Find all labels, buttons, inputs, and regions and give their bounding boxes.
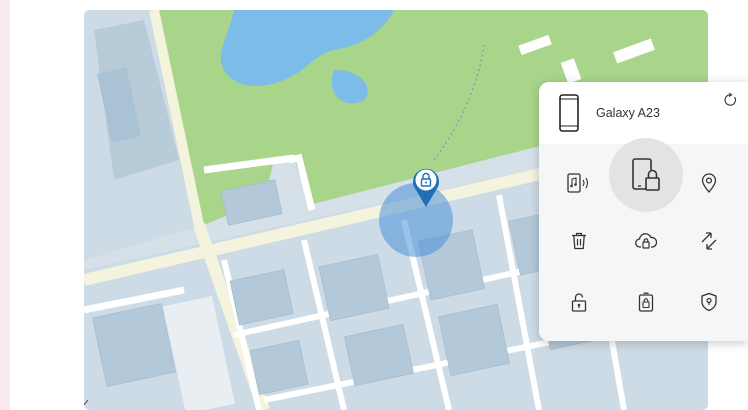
retrieve-calls-messages-button[interactable] — [626, 282, 666, 322]
device-location-marker[interactable] — [412, 166, 440, 208]
extend-battery-icon — [701, 232, 717, 250]
lock-button[interactable] — [609, 138, 683, 212]
guardians-button[interactable] — [689, 282, 729, 322]
erase-data-button[interactable] — [559, 221, 599, 261]
guardians-icon — [701, 292, 717, 312]
actions-grid — [539, 138, 748, 341]
phone-icon — [559, 94, 579, 132]
unlock-icon — [571, 293, 587, 312]
device-name: Galaxy A23 — [596, 106, 660, 120]
backup-icon — [635, 233, 657, 249]
backup-button[interactable] — [626, 221, 666, 261]
refresh-icon[interactable] — [723, 93, 737, 107]
lock-pin-icon — [413, 168, 439, 207]
ring-icon — [567, 173, 589, 193]
lock-icon — [632, 158, 660, 191]
retrieve-calls-messages-icon — [638, 292, 654, 312]
track-location-icon — [701, 173, 717, 193]
device-header: Galaxy A23 — [539, 82, 748, 144]
left-edge-strip — [0, 0, 10, 410]
device-panel: Galaxy A23 — [539, 82, 748, 341]
unlock-button[interactable] — [559, 282, 599, 322]
extend-battery-button[interactable] — [689, 221, 729, 261]
erase-data-icon — [572, 232, 586, 250]
track-location-button[interactable] — [689, 163, 729, 203]
ring-button[interactable] — [559, 163, 599, 203]
